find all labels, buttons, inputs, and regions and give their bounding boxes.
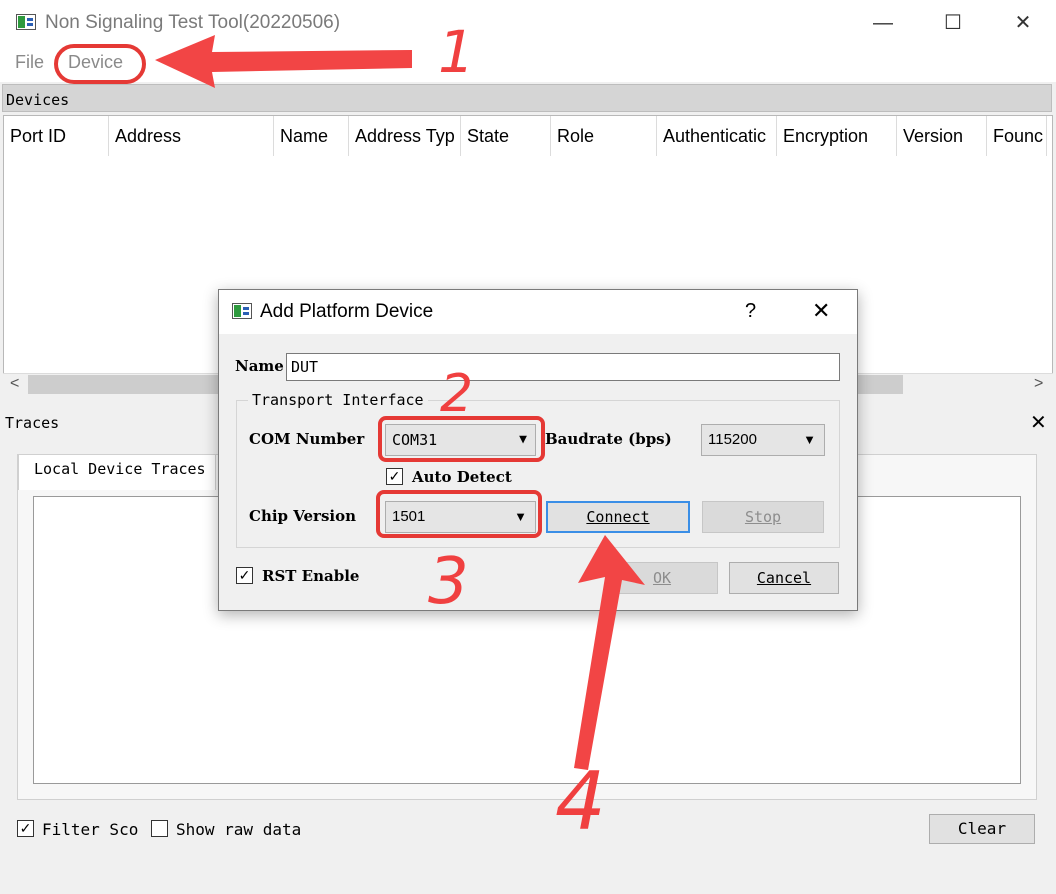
column-header-authentication[interactable]: Authenticatic xyxy=(657,116,777,156)
annotation-number-2: 2 xyxy=(440,364,474,424)
rst-enable-checkbox[interactable]: ✓ xyxy=(236,567,253,584)
filter-sco-label: Filter Sco xyxy=(42,820,139,839)
auto-detect-checkbox[interactable]: ✓ xyxy=(386,468,403,485)
scroll-left-icon[interactable]: < xyxy=(10,375,19,393)
annotation-chip-highlight xyxy=(376,490,542,538)
column-header-role[interactable]: Role xyxy=(551,116,657,156)
annotation-number-3: 3 xyxy=(428,545,469,619)
minimize-button[interactable]: — xyxy=(860,0,906,46)
baudrate-label: Baudrate (bps) xyxy=(545,430,672,448)
column-header-port-id[interactable]: Port ID xyxy=(4,116,109,156)
connect-label: Connect xyxy=(586,508,650,526)
show-raw-data-label: Show raw data xyxy=(176,820,302,839)
dialog-title: Add Platform Device xyxy=(260,301,434,322)
cancel-button[interactable]: Cancel xyxy=(729,562,839,594)
annotation-arrow-4 xyxy=(574,535,645,770)
column-header-encryption[interactable]: Encryption xyxy=(777,116,897,156)
rst-enable-label: RST Enable xyxy=(262,567,360,585)
chevron-down-icon: ▼ xyxy=(803,432,816,447)
name-input[interactable]: DUT xyxy=(286,353,840,381)
annotation-arrow-1 xyxy=(155,35,412,88)
help-icon[interactable]: ? xyxy=(745,300,756,323)
close-button[interactable]: ✕ xyxy=(1000,0,1046,46)
column-header-address[interactable]: Address xyxy=(109,116,274,156)
column-header-state[interactable]: State xyxy=(461,116,551,156)
annotation-device-highlight xyxy=(54,44,146,84)
filter-sco-checkbox[interactable]: ✓ xyxy=(17,820,34,837)
baudrate-value: 115200 xyxy=(708,431,757,448)
dialog-app-icon xyxy=(232,303,252,319)
column-header-found[interactable]: Founc xyxy=(987,116,1047,156)
menu-file[interactable]: File xyxy=(15,52,44,73)
annotation-number-1: 1 xyxy=(438,18,475,86)
column-header-version[interactable]: Version xyxy=(897,116,987,156)
maximize-button[interactable]: ☐ xyxy=(930,0,976,46)
baudrate-select[interactable]: 115200 ▼ xyxy=(701,424,825,456)
stop-label: Stop xyxy=(744,508,782,526)
dialog-close-icon[interactable]: ✕ xyxy=(812,298,830,324)
stop-button[interactable]: Stop xyxy=(702,501,824,533)
show-raw-data-checkbox[interactable] xyxy=(151,820,168,837)
clear-button[interactable]: Clear xyxy=(929,814,1035,844)
devices-dock-title: Devices xyxy=(6,91,70,109)
name-label: Name xyxy=(235,357,284,375)
column-header-name[interactable]: Name xyxy=(274,116,349,156)
tab-local-device-traces-label: Local Device Traces xyxy=(34,460,206,478)
com-number-label: COM Number xyxy=(249,430,365,448)
app-icon xyxy=(16,14,36,30)
traces-dock-title: Traces xyxy=(5,414,60,432)
auto-detect-label: Auto Detect xyxy=(412,468,512,486)
cancel-label: Cancel xyxy=(756,569,812,587)
transport-interface-label: Transport Interface xyxy=(248,391,428,409)
traces-close-icon[interactable]: ✕ xyxy=(1030,410,1047,435)
chip-version-label: Chip Version xyxy=(249,507,357,525)
annotation-number-4: 4 xyxy=(555,755,606,848)
column-header-address-type[interactable]: Address Typ xyxy=(349,116,461,156)
scroll-right-icon[interactable]: > xyxy=(1034,375,1043,393)
